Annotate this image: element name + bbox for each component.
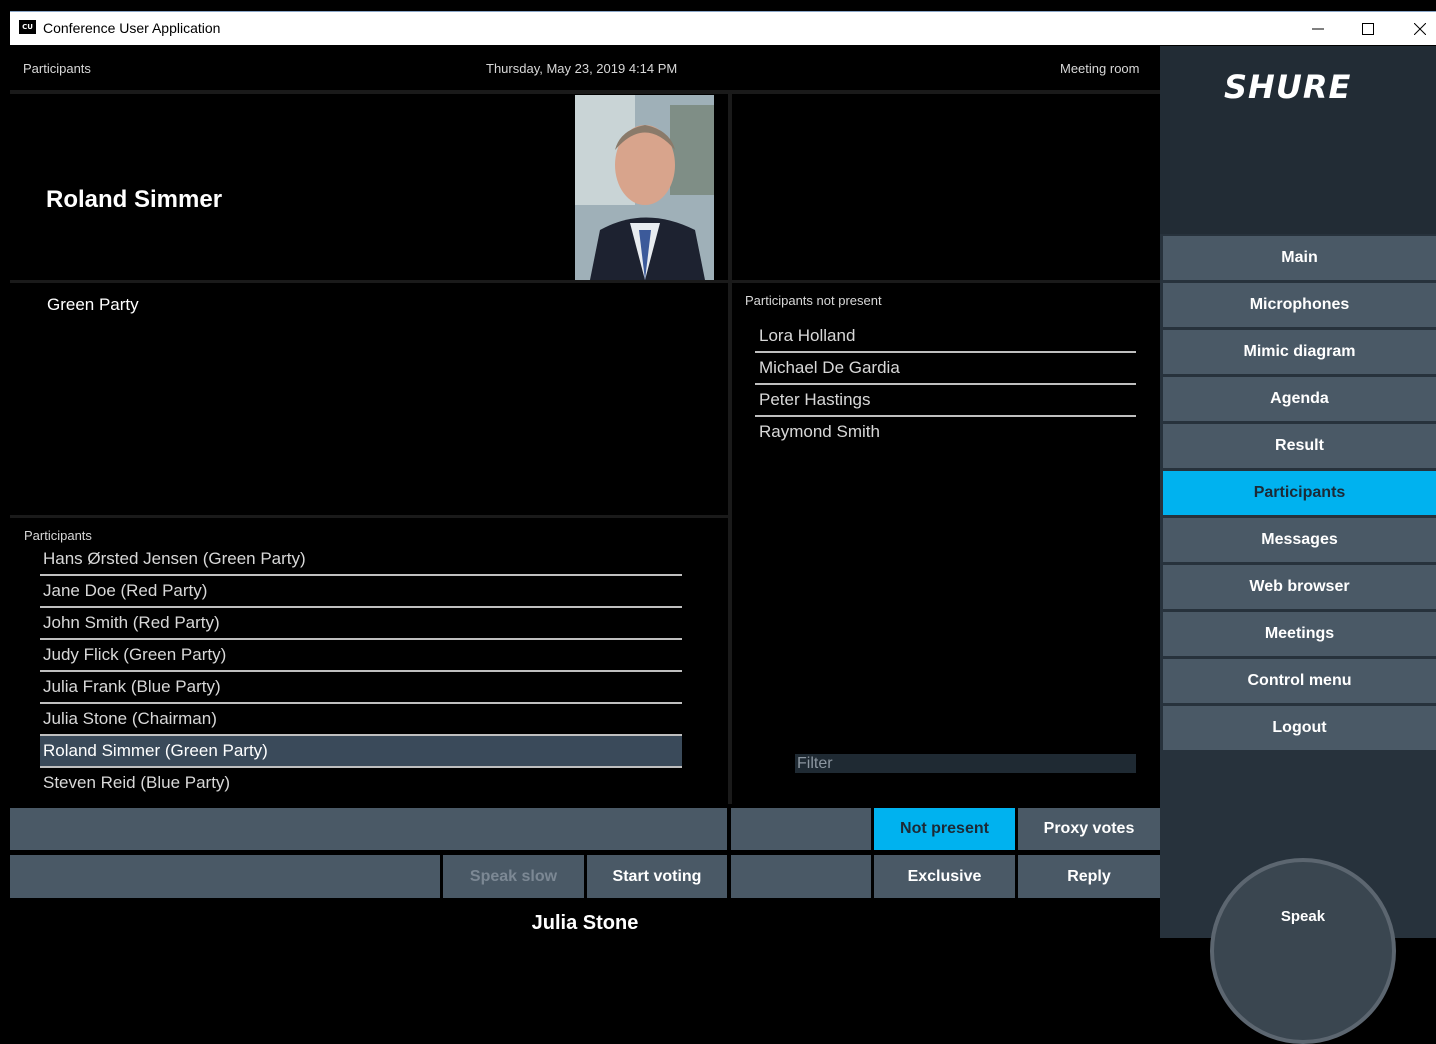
exclusive-button[interactable]: Exclusive: [874, 855, 1015, 898]
button-row-1-empty: [10, 808, 727, 850]
chairman-name: Julia Stone: [531, 912, 639, 934]
empty-button: [731, 808, 871, 850]
filter-input[interactable]: Filter: [795, 754, 1136, 773]
button-area: Not present Proxy votes Speak slow Start…: [10, 804, 1160, 900]
speak-slow-button[interactable]: Speak slow: [443, 855, 584, 898]
reply-button[interactable]: Reply: [1018, 855, 1160, 898]
speaker-portrait-image: [575, 95, 714, 280]
not-present-item[interactable]: Lora Holland: [755, 321, 1136, 353]
maximize-icon: [1362, 22, 1374, 35]
nav-meetings[interactable]: Meetings: [1163, 612, 1436, 656]
participants-list: Hans Ørsted Jensen (Green Party) Jane Do…: [40, 544, 682, 798]
not-present-title: Participants not present: [745, 293, 882, 308]
participants-title: Participants: [24, 528, 92, 543]
shure-logo: SHURE: [1224, 68, 1352, 106]
window-title: Conference User Application: [43, 20, 221, 36]
participant-row[interactable]: Julia Stone (Chairman): [40, 704, 682, 736]
participant-row-selected[interactable]: Roland Simmer (Green Party): [40, 736, 682, 768]
speaker-party: Green Party: [47, 295, 139, 314]
not-present-item[interactable]: Raymond Smith: [755, 417, 1136, 447]
sidebar: SHURE Main Microphones Mimic diagram Age…: [1160, 46, 1436, 1044]
proxy-votes-button[interactable]: Proxy votes: [1018, 808, 1160, 850]
button-row-2-empty: [10, 855, 440, 898]
speaker-divider: [10, 280, 1160, 283]
party-divider: [10, 515, 728, 518]
header-meeting-room: Meeting room: [1060, 61, 1140, 76]
not-present-list: Lora Holland Michael De Gardia Peter Has…: [755, 321, 1136, 447]
participant-row[interactable]: Julia Frank (Blue Party): [40, 672, 682, 704]
participant-row[interactable]: Hans Ørsted Jensen (Green Party): [40, 544, 682, 576]
close-icon: [1414, 22, 1426, 35]
not-present-item[interactable]: Peter Hastings: [755, 385, 1136, 417]
participant-row[interactable]: Jane Doe (Red Party): [40, 576, 682, 608]
app-icon: CU: [19, 20, 36, 34]
minimize-button[interactable]: [1293, 12, 1343, 45]
nav-result[interactable]: Result: [1163, 424, 1436, 468]
nav-web-browser[interactable]: Web browser: [1163, 565, 1436, 609]
brand-area: SHURE: [1160, 46, 1436, 234]
header-datetime: Thursday, May 23, 2019 4:14 PM: [486, 61, 678, 76]
speaker-panel: Roland Simmer: [10, 94, 728, 280]
nav-microphones[interactable]: Microphones: [1163, 283, 1436, 327]
nav-participants[interactable]: Participants: [1163, 471, 1436, 515]
nav-messages[interactable]: Messages: [1163, 518, 1436, 562]
header-section-label: Participants: [23, 61, 91, 76]
minimize-icon: [1312, 28, 1324, 29]
close-button[interactable]: [1395, 12, 1436, 45]
participant-row[interactable]: Judy Flick (Green Party): [40, 640, 682, 672]
participant-row[interactable]: John Smith (Red Party): [40, 608, 682, 640]
empty-button: [731, 855, 871, 898]
vertical-divider: [728, 94, 732, 852]
nav-control-menu[interactable]: Control menu: [1163, 659, 1436, 703]
nav-mimic-diagram[interactable]: Mimic diagram: [1163, 330, 1436, 374]
participant-row[interactable]: Steven Reid (Blue Party): [40, 768, 682, 798]
nav-logout[interactable]: Logout: [1163, 706, 1436, 750]
title-bar: CU Conference User Application: [10, 11, 1436, 45]
maximize-button[interactable]: [1343, 12, 1393, 45]
not-present-button[interactable]: Not present: [874, 808, 1015, 850]
speak-label: Speak: [1280, 908, 1326, 925]
main-area: Participants Thursday, May 23, 2019 4:14…: [10, 46, 1160, 938]
speak-button[interactable]: Speak: [1210, 858, 1396, 1044]
speaker-name: Roland Simmer: [46, 186, 223, 213]
nav-main[interactable]: Main: [1163, 236, 1436, 280]
start-voting-button[interactable]: Start voting: [587, 855, 727, 898]
nav-agenda[interactable]: Agenda: [1163, 377, 1436, 421]
not-present-item[interactable]: Michael De Gardia: [755, 353, 1136, 385]
speaker-photo: [575, 95, 714, 280]
